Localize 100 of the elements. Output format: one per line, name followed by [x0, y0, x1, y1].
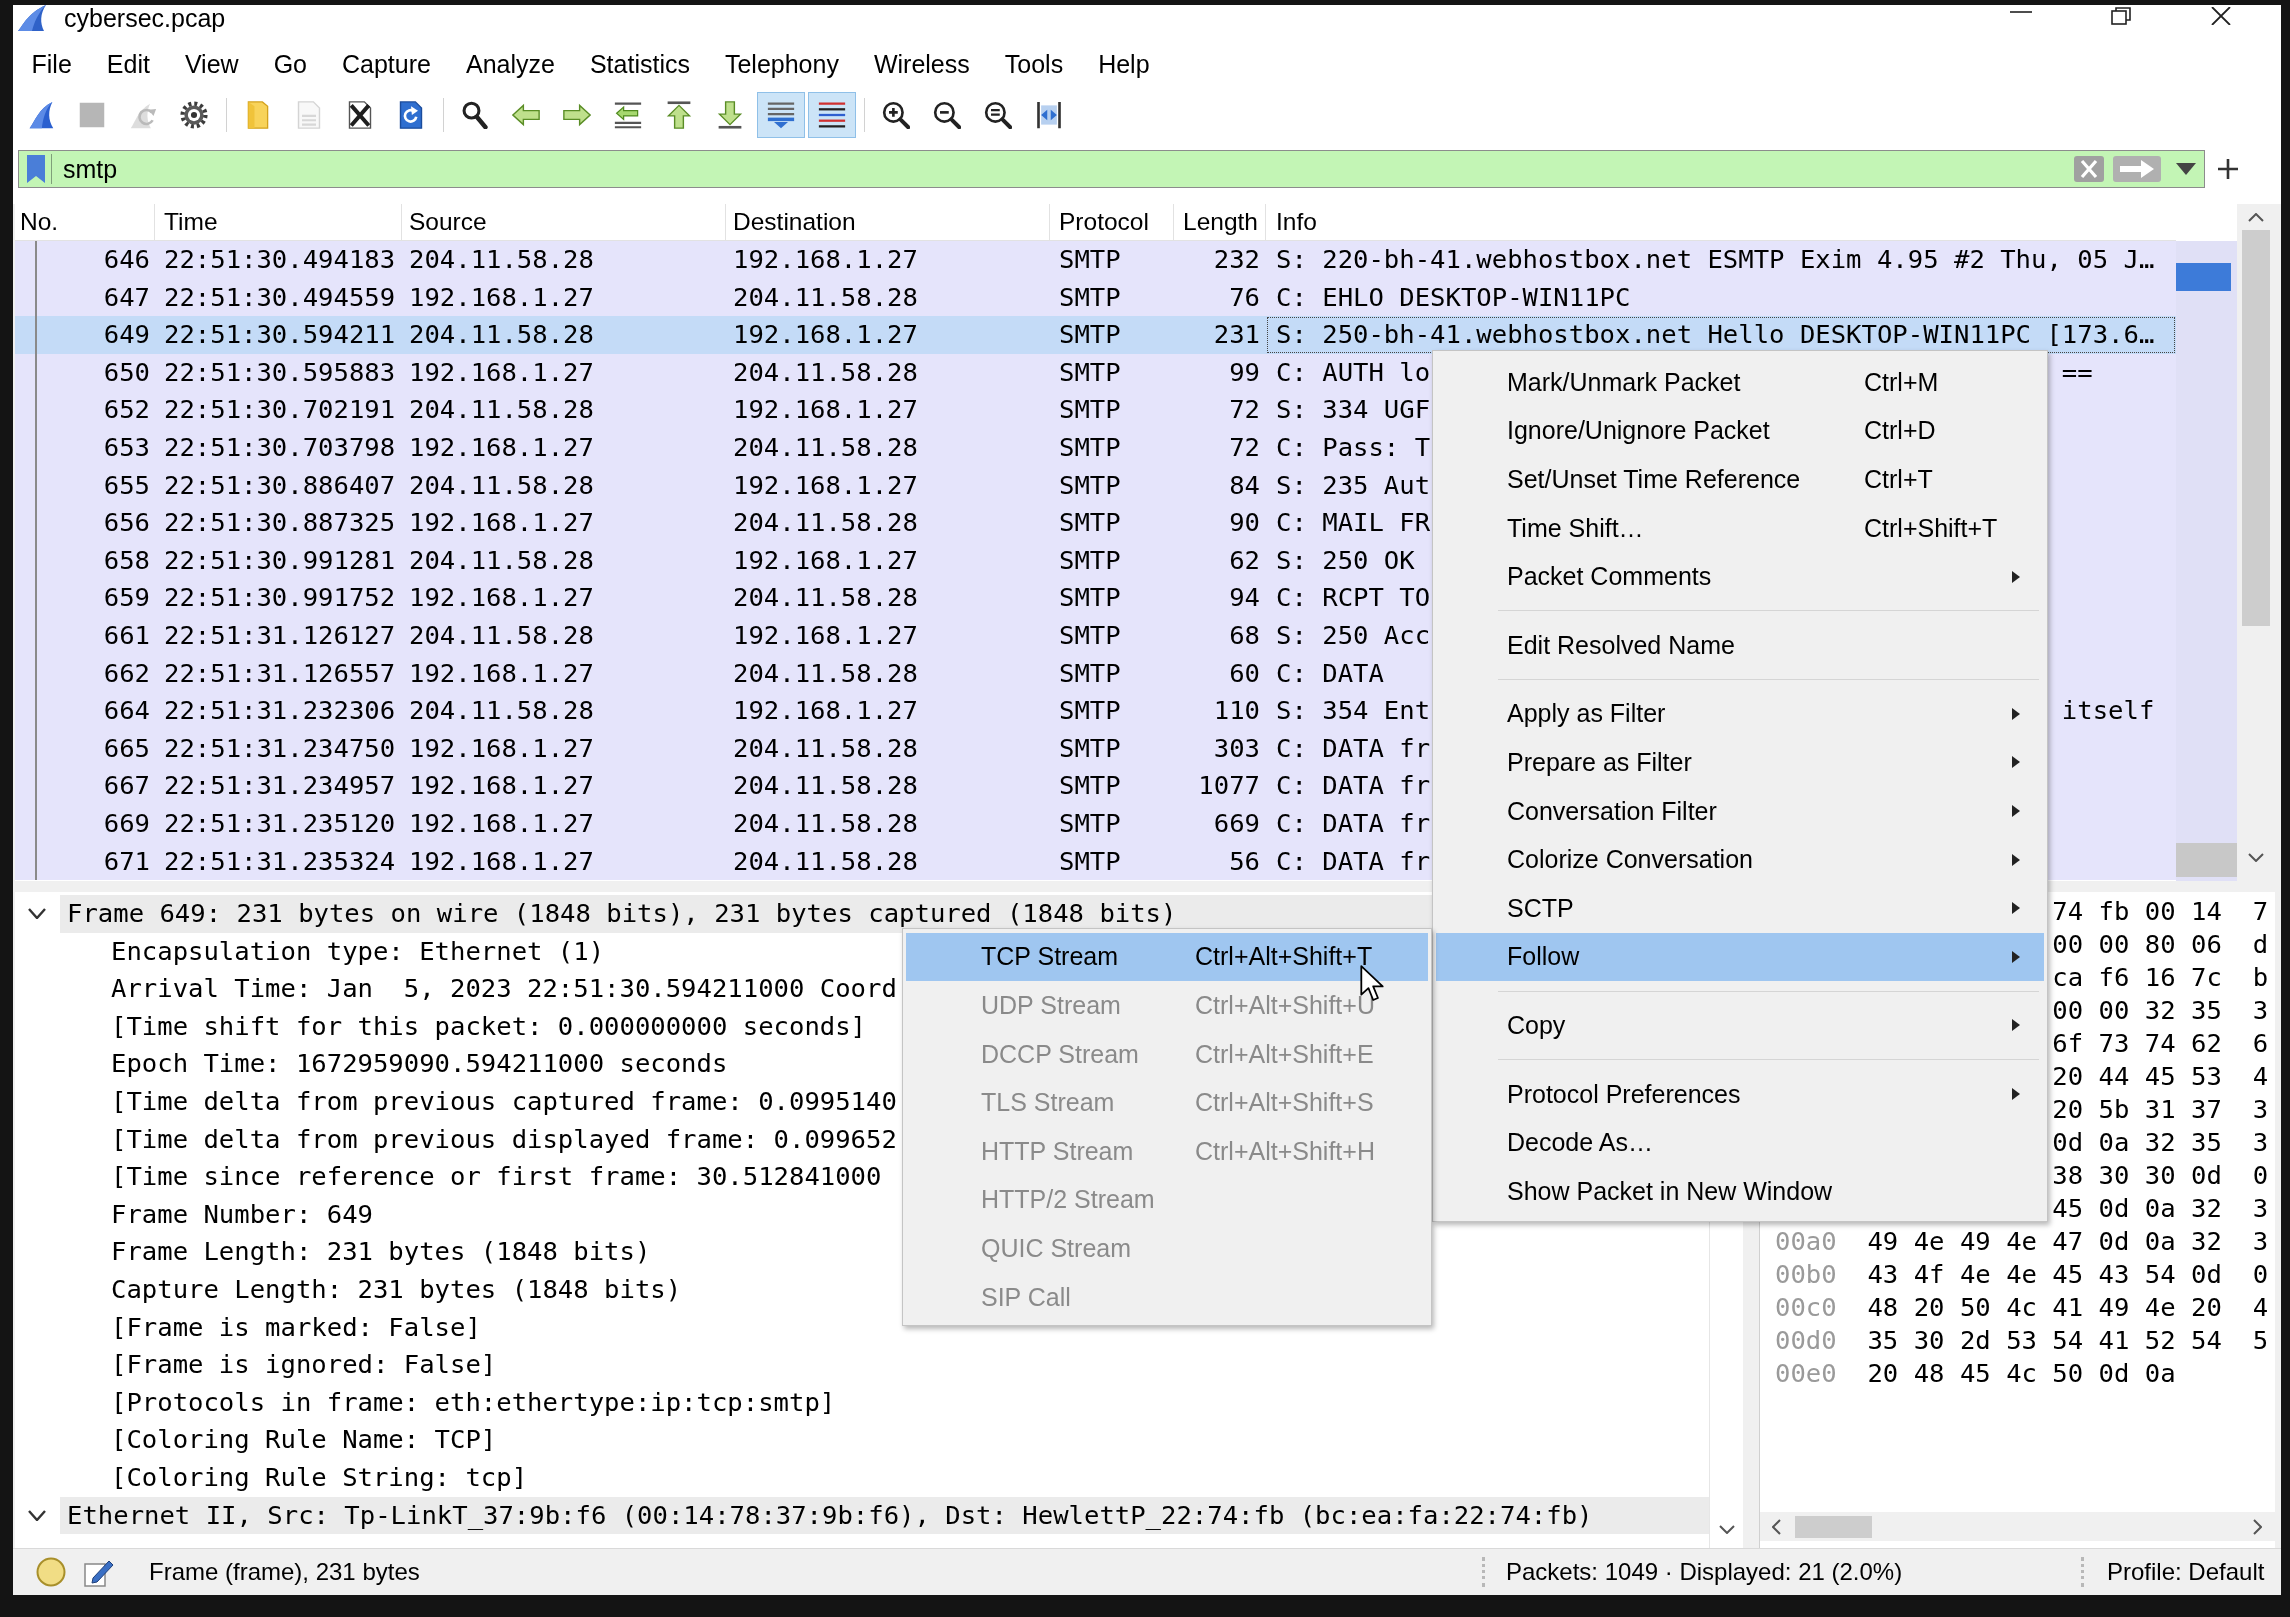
- table-cell-text: 204.11.58.28: [732, 280, 919, 314]
- table-cell-text: C: DATA: [1275, 656, 1384, 690]
- table-cell-text: SMTP: [1058, 506, 1122, 540]
- table-cell-text: C: MAIL FR: [1275, 506, 1431, 540]
- hex-bytes: ca f6 16 7c b: [2052, 961, 2269, 994]
- table-cell-text: 22:51:30.494559: [163, 280, 397, 314]
- table-cell-text: C: DATA fr: [1275, 731, 1431, 765]
- table-cell-text: 22:51:30.594211: [163, 318, 397, 352]
- table-cell-text: SMTP: [1058, 318, 1122, 352]
- table-cell-text: 204.11.58.28: [732, 844, 919, 878]
- table-cell-text: C: DATA fr: [1275, 806, 1431, 840]
- hex-bytes: 6f 73 74 62 6: [2052, 1027, 2269, 1060]
- hex-offset: 00b0: [1775, 1258, 1837, 1291]
- table-cell-text: C: AUTH lo: [1276, 355, 1431, 389]
- table-cell-text: S: 354 Ent: [1276, 694, 1431, 728]
- hex-bytes: 20 48 45 4c 50 0d 0a: [1867, 1357, 2176, 1390]
- table-cell-text: 22:51:30.886407: [163, 468, 397, 502]
- hex-offset: 00d0: [1775, 1324, 1837, 1357]
- table-cell: S: 250-bh-41.webhostbox.net Hello DESKTOP-WIN11PC [173.6…: [1266, 316, 2176, 354]
- table-cell-text: 204.11.58.28: [408, 618, 595, 652]
- table-cell-text: 22:51:30.887325: [163, 506, 397, 540]
- table-cell-text: 204.11.58.28: [732, 506, 919, 540]
- table-cell-text: 204.11.58.28: [732, 769, 919, 803]
- table-cell-text: SMTP: [1058, 430, 1122, 464]
- table-cell-text: 68: [1228, 618, 1261, 652]
- hex-bytes: 20 44 45 53 4: [2052, 1060, 2269, 1093]
- table-cell-text: 669: [1212, 806, 1261, 840]
- table-cell-text: C: RCPT TO: [1275, 581, 1431, 615]
- table-cell-text: 204.11.58.28: [732, 656, 919, 690]
- table-cell-text: 22:51:30.991752: [163, 581, 397, 615]
- table-cell-text: 669: [102, 806, 151, 840]
- table-cell-text: 649: [102, 318, 151, 352]
- table-cell-text: 192.168.1.27: [732, 393, 919, 427]
- table-cell-text: 650: [102, 355, 151, 389]
- table-cell-text: 22:51:30.703798: [163, 430, 397, 464]
- table-cell-text: 192.168.1.27: [408, 355, 595, 389]
- table-cell-text: S: 250 OK: [1275, 543, 1415, 577]
- shortcut-label: Ctrl+Alt+Shift+S: [1195, 1088, 1375, 1118]
- table-cell-text: 303: [1212, 731, 1261, 765]
- table-cell-text: S: 250 Acc: [1275, 618, 1431, 652]
- hex-bytes: 20 5b 31 37 3: [2052, 1093, 2269, 1126]
- hex-bytes: 74 fb 00 14 7: [2052, 895, 2269, 928]
- table-cell-text: SMTP: [1058, 243, 1122, 276]
- table-cell-text: C: DATA fr: [1275, 844, 1431, 878]
- table-cell-text: 22:51:31.126127: [163, 618, 397, 652]
- table-cell-text: SMTP: [1058, 468, 1122, 502]
- table-cell-text: 22:51:31.235120: [163, 806, 397, 840]
- table-cell-text: 665: [102, 731, 151, 765]
- table-cell-text: SMTP: [1058, 543, 1122, 577]
- table-cell-text: ==: [2061, 355, 2093, 389]
- table-cell-text: 22:51:31.126557: [163, 656, 397, 690]
- table-cell-text: 652: [102, 393, 151, 427]
- table-cell-text: 192.168.1.27: [732, 618, 919, 652]
- table-cell-text: 192.168.1.27: [732, 318, 919, 352]
- table-cell-text: 192.168.1.27: [408, 806, 595, 840]
- table-cell-text: 667: [102, 769, 151, 803]
- table-cell-text: 1077: [1197, 769, 1261, 803]
- table-cell-text: 22:51:31.234750: [163, 731, 397, 765]
- status-text: Packets: 1049 · Displayed: 21 (2.0%): [1506, 1558, 1903, 1586]
- table-cell-text: 204.11.58.28: [732, 806, 919, 840]
- hex-bytes: 0d 0a 32 35 3: [2052, 1126, 2269, 1159]
- table-cell-text: 192.168.1.27: [408, 506, 595, 540]
- table-cell-text: 232: [1212, 243, 1261, 276]
- table-cell-text: 655: [102, 468, 151, 502]
- table-cell-text: SMTP: [1058, 694, 1122, 728]
- table-cell-text: 72: [1228, 393, 1261, 427]
- table-cell-text: itself: [2061, 694, 2155, 728]
- table-cell-text: 90: [1228, 506, 1261, 540]
- table-cell-text: 76: [1228, 280, 1261, 314]
- table-cell-text: SMTP: [1058, 355, 1122, 389]
- hex-bytes: 35 30 2d 53 54 41 52 54 5: [1867, 1324, 2269, 1357]
- status-text: Frame (frame), 231 bytes: [149, 1558, 420, 1586]
- table-cell-text: 664: [102, 694, 151, 728]
- table-cell-text: SMTP: [1058, 844, 1122, 878]
- table-cell-text: SMTP: [1058, 618, 1122, 652]
- table-cell-text: S: 235 Aut: [1275, 468, 1431, 502]
- table-cell-text: 110: [1212, 694, 1261, 728]
- table-cell-text: 671: [102, 844, 151, 878]
- hex-offset: 00a0: [1775, 1225, 1837, 1258]
- table-cell-text: 192.168.1.27: [408, 280, 595, 314]
- table-cell-text: 22:51:30.702191: [163, 393, 397, 427]
- table-cell-text: 94: [1228, 581, 1261, 615]
- shortcut-label: Ctrl+Alt+Shift+E: [1195, 1039, 1375, 1069]
- hex-bytes: 49 4e 49 4e 47 0d 0a 32 3: [1867, 1225, 2269, 1258]
- hex-offset: 00c0: [1775, 1291, 1837, 1324]
- table-cell-text: 22:51:30.595883: [163, 355, 397, 389]
- table-cell-text: 204.11.58.28: [408, 468, 595, 502]
- shortcut-label: Ctrl+T: [1864, 465, 1934, 494]
- table-cell-text: 204.11.58.28: [408, 318, 595, 352]
- table-cell-text: 658: [102, 543, 151, 577]
- shortcut-label: Ctrl+Shift+T: [1864, 513, 1999, 543]
- table-cell-text: 192.168.1.27: [732, 694, 919, 728]
- table-cell-text: S: 220-bh-41.webhostbox.net ESMTP Exim 4.95 #2 Thu, 05 J…: [1275, 243, 2155, 276]
- table-cell-text: 204.11.58.28: [408, 694, 595, 728]
- table-cell-text: 653: [102, 430, 151, 464]
- hex-bytes: 00 00 32 35 3: [2052, 994, 2269, 1027]
- table-cell-text: C: DATA fr: [1275, 769, 1431, 803]
- table-cell-text: 204.11.58.28: [732, 430, 919, 464]
- table-cell-text: SMTP: [1058, 769, 1122, 803]
- table-cell-text: 661: [102, 618, 151, 652]
